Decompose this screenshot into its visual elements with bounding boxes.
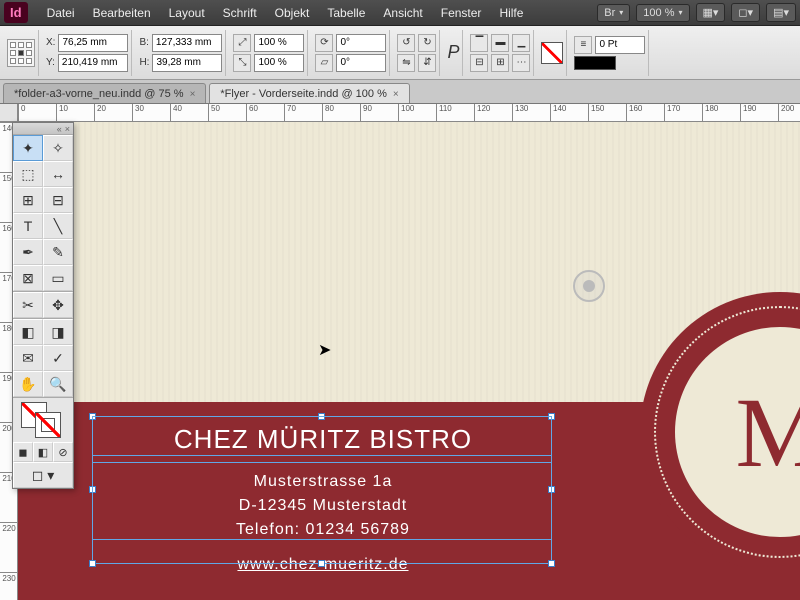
distribute-h-button[interactable]: ⊟ [470, 54, 488, 72]
tab-doc-1[interactable]: *folder-a3-vorne_neu.indd @ 75 %× [3, 83, 206, 103]
align-bottom-button[interactable]: ▁ [512, 34, 530, 52]
menubar: Id Datei Bearbeiten Layout Schrift Objek… [0, 0, 800, 26]
rotate-field[interactable] [336, 34, 386, 52]
workspace: 0102030405060708090100110120130140150160… [0, 104, 800, 600]
note-tool[interactable]: ✉ [13, 345, 43, 371]
h-label: H: [139, 57, 149, 68]
tools-panel-header[interactable]: «× [13, 123, 73, 135]
apply-none-button[interactable]: ⊘ [53, 442, 73, 462]
gradient-swatch-tool[interactable]: ◧ [13, 319, 43, 345]
stroke-style-dropdown[interactable] [574, 56, 616, 70]
shear-field[interactable] [336, 54, 386, 72]
direct-selection-tool[interactable]: ✧ [43, 135, 73, 161]
content-placer-tool[interactable]: ⊟ [43, 187, 73, 213]
chevron-down-icon: ▾ [619, 8, 623, 17]
horizontal-ruler[interactable]: 0102030405060708090100110120130140150160… [18, 104, 800, 122]
menu-type[interactable]: Schrift [214, 6, 266, 20]
rectangle-frame-tool[interactable]: ⊠ [13, 265, 43, 291]
eyedropper-tool[interactable]: ✓ [43, 345, 73, 371]
app-logo: Id [4, 2, 28, 23]
screen-mode-button[interactable]: ◻▾ [731, 3, 760, 22]
content-grabber-icon[interactable] [573, 270, 605, 302]
menu-window[interactable]: Fenster [432, 6, 491, 20]
type-tool[interactable]: T [13, 213, 43, 239]
close-icon[interactable]: × [190, 89, 196, 100]
pen-tool[interactable]: ✒ [13, 239, 43, 265]
x-label: X: [46, 37, 55, 48]
menu-file[interactable]: Datei [38, 6, 84, 20]
apply-gradient-button[interactable]: ◧ [33, 442, 53, 462]
content-collector-tool[interactable]: ⊞ [13, 187, 43, 213]
inner-frame-2 [92, 462, 552, 540]
selection-tool[interactable]: ✦ [13, 135, 43, 161]
line-tool[interactable]: ╲ [43, 213, 73, 239]
ruler-corner[interactable] [0, 104, 18, 122]
w-field[interactable] [152, 34, 222, 52]
menu-edit[interactable]: Bearbeiten [84, 6, 160, 20]
hand-tool[interactable]: ✋ [13, 371, 43, 397]
scale-y-field[interactable] [254, 54, 304, 72]
rotate-icon: ⟳ [315, 34, 333, 52]
close-icon[interactable]: × [393, 89, 399, 100]
menu-layout[interactable]: Layout [160, 6, 214, 20]
stroke-weight-icon: ≡ [574, 36, 592, 54]
flip-v-button[interactable]: ⇵ [418, 54, 436, 72]
tab-doc-2[interactable]: *Flyer - Vorderseite.indd @ 100 %× [209, 83, 409, 103]
seal-letter: M [675, 327, 800, 537]
collapse-icon[interactable]: « [57, 124, 62, 134]
zoom-dropdown[interactable]: 100 %▾ [636, 4, 689, 22]
scale-x-icon: ⤢ [233, 34, 251, 52]
rectangle-tool[interactable]: ▭ [43, 265, 73, 291]
free-transform-tool[interactable]: ✥ [43, 292, 73, 318]
page-tool[interactable]: ⬚ [13, 161, 43, 187]
paragraph-style-indicator[interactable]: P [447, 42, 459, 63]
stroke-weight-field[interactable] [595, 36, 645, 54]
scale-y-icon: ⤡ [233, 54, 251, 72]
chevron-down-icon: ▾ [678, 8, 682, 17]
pencil-tool[interactable]: ✎ [43, 239, 73, 265]
menu-table[interactable]: Tabelle [318, 6, 374, 20]
scissors-tool[interactable]: ✂ [13, 292, 43, 318]
h-field[interactable] [152, 54, 222, 72]
reference-point[interactable] [7, 39, 35, 67]
scale-x-field[interactable] [254, 34, 304, 52]
fill-swatch[interactable] [541, 42, 563, 64]
x-field[interactable] [58, 34, 128, 52]
control-bar: X: Y: B: H: ⤢ ⤡ ⟳ ▱ ↺↻ ⇋⇵ P ▔▬▁ ⊟⊞⋯ ≡ [0, 26, 800, 80]
distribute-v-button[interactable]: ⊞ [491, 54, 509, 72]
align-top-button[interactable]: ▔ [470, 34, 488, 52]
shear-icon: ▱ [315, 54, 333, 72]
fill-stroke-control[interactable] [13, 398, 73, 442]
gap-tool[interactable]: ↔ [43, 161, 73, 187]
tools-panel[interactable]: «× ✦ ✧ ⬚ ↔ ⊞ ⊟ T ╲ ✒ ✎ ⊠ ▭ ✂ ✥ ◧ ◨ ✉ ✓ ✋… [12, 122, 74, 489]
view-mode-button[interactable]: ◻ ▾ [13, 462, 73, 488]
gradient-feather-tool[interactable]: ◨ [43, 319, 73, 345]
align-middle-button[interactable]: ▬ [491, 34, 509, 52]
menu-view[interactable]: Ansicht [374, 6, 431, 20]
inner-frame-1 [92, 416, 552, 456]
y-label: Y: [46, 57, 55, 68]
document-tabs: *folder-a3-vorne_neu.indd @ 75 %× *Flyer… [0, 80, 800, 104]
y-field[interactable] [58, 54, 128, 72]
arrange-button[interactable]: ▤▾ [766, 3, 796, 22]
bridge-button[interactable]: Br▾ [597, 4, 630, 22]
close-icon[interactable]: × [65, 124, 70, 134]
w-label: B: [139, 37, 148, 48]
stroke-color[interactable] [35, 412, 61, 438]
menu-object[interactable]: Objekt [266, 6, 319, 20]
zoom-tool[interactable]: 🔍 [43, 371, 73, 397]
align-more-button[interactable]: ⋯ [512, 54, 530, 72]
view-options-button[interactable]: ▦▾ [696, 3, 726, 22]
rotate-cw-button[interactable]: ↻ [418, 34, 436, 52]
menu-help[interactable]: Hilfe [490, 6, 532, 20]
apply-color-button[interactable]: ◼ [13, 442, 33, 462]
flip-h-button[interactable]: ⇋ [397, 54, 415, 72]
rotate-ccw-button[interactable]: ↺ [397, 34, 415, 52]
canvas[interactable]: M CHEZ MÜRITZ BISTRO Musterstrasse 1a D-… [18, 122, 800, 600]
